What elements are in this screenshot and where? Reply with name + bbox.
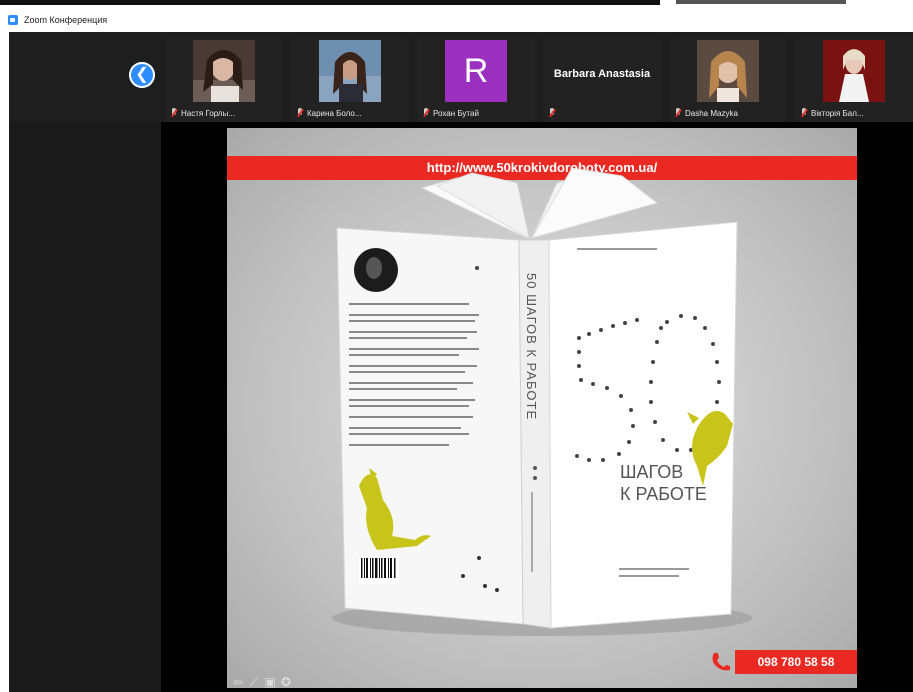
- mic-muted-icon: [297, 108, 303, 118]
- annotation-toolbar: ⇦ ⟋ ▣ ✪: [231, 673, 293, 691]
- participant-tile[interactable]: R Рохан Бутай: [417, 38, 535, 122]
- participant-tile[interactable]: Вікторія Бал...: [795, 38, 913, 122]
- barcode: [359, 556, 399, 584]
- participant-label: Настя Горлы...: [171, 106, 281, 120]
- top-strip-dark: [0, 0, 660, 5]
- participant-avatar: R: [445, 40, 507, 102]
- participant-name: Рохан Бутай: [433, 108, 479, 118]
- top-strip: [0, 0, 913, 8]
- participant-name: Вікторія Бал...: [811, 108, 864, 118]
- participant-video: [823, 40, 885, 102]
- participant-tile[interactable]: Карина Боло...: [291, 38, 409, 122]
- save-icon[interactable]: ▣: [263, 675, 277, 689]
- mic-muted-icon: [171, 108, 177, 118]
- window-title: Zoom Конференция: [24, 15, 108, 25]
- participant-name: Dasha Mazyka: [685, 108, 738, 118]
- slide-phone-banner: 098 780 58 58: [735, 650, 857, 674]
- mic-muted-icon: [801, 108, 807, 118]
- zoom-window: ❮ Настя Горлы... Карина Боло... R Рохан …: [9, 32, 913, 692]
- participant-tile[interactable]: Настя Горлы...: [165, 38, 283, 122]
- mic-muted-icon: [675, 108, 681, 118]
- participant-label: Карина Боло...: [297, 106, 407, 120]
- participant-name: Карина Боло...: [307, 108, 362, 118]
- prev-page-button[interactable]: ❮: [129, 62, 155, 88]
- settings-icon[interactable]: ✪: [279, 675, 293, 689]
- participant-name: Настя Горлы...: [181, 108, 235, 118]
- mic-muted-icon: [423, 108, 429, 118]
- pen-icon[interactable]: ⟋: [247, 675, 261, 689]
- zoom-app-icon: [8, 15, 18, 25]
- book-cover-title-line1: ШАГОВ: [620, 462, 683, 482]
- participant-video: [319, 40, 381, 102]
- screen-share-area: http://www.50krokivdoroboty.com.ua/ 50 Ш…: [161, 122, 913, 692]
- participant-name-display: Barbara Anastasia: [553, 68, 651, 80]
- book-cover-title-line2: К РАБОТЕ: [620, 484, 707, 504]
- shared-slide: http://www.50krokivdoroboty.com.ua/ 50 Ш…: [227, 128, 857, 688]
- participant-tile[interactable]: Barbara Anastasia: [543, 38, 661, 122]
- participant-label: Dasha Mazyka: [675, 106, 785, 120]
- participant-label: Рохан Бутай: [423, 106, 533, 120]
- participant-strip: ❮ Настя Горлы... Карина Боло... R Рохан …: [9, 32, 913, 122]
- participant-label: Вікторія Бал...: [801, 106, 911, 120]
- participant-label: [549, 106, 659, 120]
- book-spine-title: 50 ШАГОВ К РАБОТЕ: [524, 273, 539, 420]
- window-titlebar: Zoom Конференция: [0, 8, 913, 32]
- top-strip-gray: [676, 0, 846, 4]
- participant-video: [193, 40, 255, 102]
- chevron-left-icon: ❮: [135, 66, 149, 83]
- participant-tile[interactable]: Dasha Mazyka: [669, 38, 787, 122]
- participant-video: [697, 40, 759, 102]
- arrow-back-icon[interactable]: ⇦: [231, 675, 245, 689]
- mic-muted-icon: [549, 108, 555, 118]
- book-illustration: 50 ШАГОВ К РАБОТЕ ШАГОВ К РАБОТЕ: [332, 167, 752, 636]
- phone-icon: [709, 650, 733, 674]
